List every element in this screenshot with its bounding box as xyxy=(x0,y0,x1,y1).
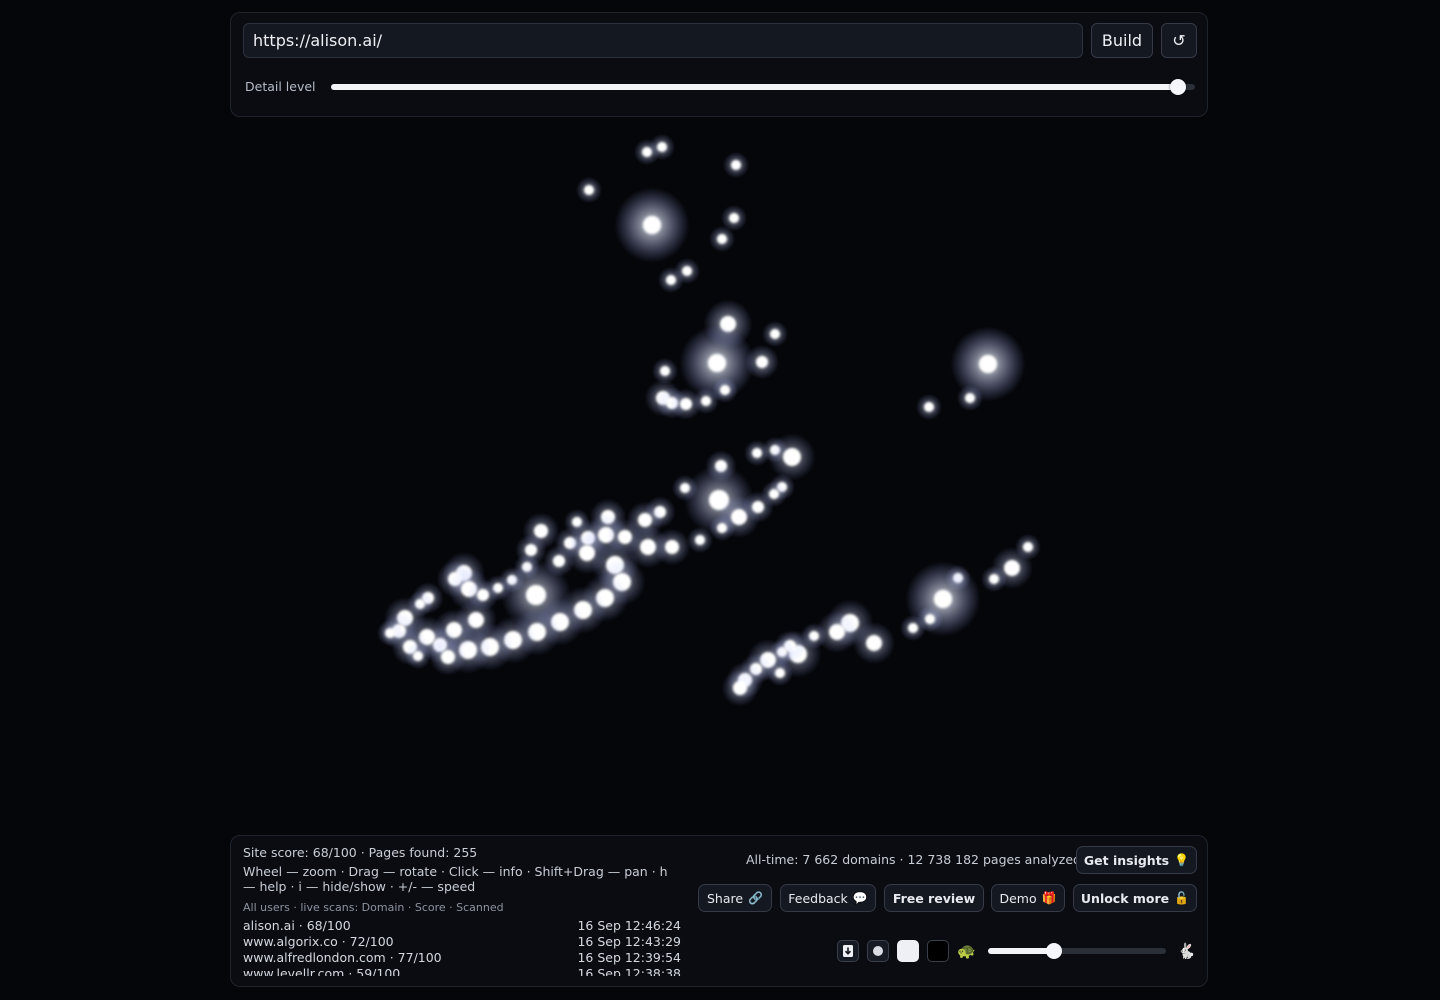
feedback-button[interactable]: Feedback 💬 xyxy=(780,884,876,912)
graph-node[interactable] xyxy=(775,668,785,678)
graph-node[interactable] xyxy=(1023,542,1033,552)
graph-node[interactable] xyxy=(665,540,679,554)
graph-node[interactable] xyxy=(729,213,739,223)
graph-node[interactable] xyxy=(731,160,741,170)
detail-level-fill xyxy=(331,84,1178,90)
graph-node[interactable] xyxy=(717,234,727,244)
url-input[interactable] xyxy=(243,23,1083,58)
scan-row: alison.ai · 68/100 16 Sep 12:46:24 xyxy=(243,918,681,934)
get-insights-button[interactable]: Get insights 💡 xyxy=(1076,846,1197,874)
reload-icon: ↺ xyxy=(1172,31,1186,50)
scan-domain: www.algorix.co · 72/100 xyxy=(243,934,394,949)
graph-node[interactable] xyxy=(752,501,764,513)
demo-button[interactable]: Demo 🎁 xyxy=(991,884,1065,912)
unlock-icon: 🔓 xyxy=(1174,891,1190,905)
scan-row: www.levellr.com · 59/100 16 Sep 12:38:38 xyxy=(243,966,681,976)
free-review-button[interactable]: Free review xyxy=(884,884,984,912)
graph-node[interactable] xyxy=(638,513,652,527)
unlock-more-button[interactable]: Unlock more 🔓 xyxy=(1073,884,1197,912)
reload-button[interactable]: ↺ xyxy=(1161,23,1197,58)
graph-node[interactable] xyxy=(680,398,692,410)
feedback-label: Feedback xyxy=(788,890,848,906)
graph-node[interactable] xyxy=(925,614,935,624)
link-icon: 🔗 xyxy=(748,891,764,905)
lightbulb-icon: 💡 xyxy=(1174,853,1190,867)
speed-thumb[interactable] xyxy=(1045,943,1062,959)
graph-node[interactable] xyxy=(695,535,705,545)
graph-node[interactable] xyxy=(717,523,727,533)
graph-node[interactable] xyxy=(733,681,747,695)
download-icon xyxy=(843,945,853,957)
scan-time: 16 Sep 12:38:38 xyxy=(577,966,681,976)
speech-bubble-icon: 💬 xyxy=(852,891,868,905)
graph-node[interactable] xyxy=(666,275,676,285)
graph-node[interactable] xyxy=(553,555,565,567)
graph-node[interactable] xyxy=(783,448,801,466)
graph-node[interactable] xyxy=(908,623,918,633)
graph-node[interactable] xyxy=(770,329,780,339)
graph-node[interactable] xyxy=(643,216,661,234)
build-button[interactable]: Build xyxy=(1091,23,1153,58)
graph-node[interactable] xyxy=(413,651,423,661)
scan-time: 16 Sep 12:46:24 xyxy=(577,918,681,933)
graph-node[interactable] xyxy=(934,590,952,608)
live-scans-list: alison.ai · 68/100 16 Sep 12:46:24 www.alg… xyxy=(243,918,681,976)
build-panel: Build ↺ Detail level xyxy=(230,12,1208,117)
graph-node[interactable] xyxy=(385,628,395,638)
rabbit-icon: 🐇 xyxy=(1177,942,1196,960)
get-insights-label: Get insights xyxy=(1083,852,1170,868)
graph-node[interactable] xyxy=(720,385,730,395)
download-button[interactable] xyxy=(837,940,859,962)
graph-node[interactable] xyxy=(708,354,726,372)
graph-node[interactable] xyxy=(989,574,999,584)
white-theme-swatch[interactable] xyxy=(897,940,919,962)
graph-node[interactable] xyxy=(682,266,692,276)
graph-node[interactable] xyxy=(829,624,845,640)
graph-node[interactable] xyxy=(752,448,762,458)
graph-node[interactable] xyxy=(441,650,455,664)
circle-icon xyxy=(873,946,883,956)
detail-level-thumb[interactable] xyxy=(1169,79,1186,95)
share-button[interactable]: Share 🔗 xyxy=(698,884,772,912)
scan-domain: alison.ai · 68/100 xyxy=(243,918,351,933)
unlock-more-label: Unlock more xyxy=(1080,890,1170,906)
graph-nodes xyxy=(376,133,1042,707)
demo-label: Demo xyxy=(999,890,1037,906)
black-theme-swatch[interactable] xyxy=(927,940,949,962)
graph-node[interactable] xyxy=(979,355,997,373)
graph-node[interactable] xyxy=(924,402,934,412)
graph-node[interactable] xyxy=(584,185,594,195)
scan-row: www.algorix.co · 72/100 16 Sep 12:43:29 xyxy=(243,934,681,950)
site-graph-canvas[interactable] xyxy=(0,125,1440,830)
info-panel: Site score: 68/100 · Pages found: 255 Wh… xyxy=(230,835,1208,987)
alltime-stats: All-time: 7 662 domains · 12 738 182 pag… xyxy=(746,852,1081,867)
live-scans-header: All users · live scans: Domain · Score ·… xyxy=(243,901,504,914)
graph-node[interactable] xyxy=(701,396,711,406)
graph-node[interactable] xyxy=(1004,560,1020,576)
graph-node[interactable] xyxy=(526,585,546,605)
help-text: Wheel — zoom · Drag — rotate · Click — i… xyxy=(243,864,668,894)
scan-row: www.alfredlondon.com · 77/100 16 Sep 12:3… xyxy=(243,950,681,966)
scan-domain: www.levellr.com · 59/100 xyxy=(243,966,401,976)
scan-domain: www.alfredlondon.com · 77/100 xyxy=(243,950,442,965)
site-score: Site score: 68/100 · Pages found: 255 xyxy=(243,845,478,860)
node-style-button[interactable] xyxy=(867,940,889,962)
share-label: Share xyxy=(706,890,744,906)
detail-level-slider[interactable] xyxy=(331,79,1195,95)
scan-time: 16 Sep 12:43:29 xyxy=(577,934,681,949)
gift-icon: 🎁 xyxy=(1041,891,1057,905)
graph-node[interactable] xyxy=(660,366,670,376)
speed-slider[interactable] xyxy=(988,943,1166,959)
scan-time: 16 Sep 12:39:54 xyxy=(577,950,681,965)
graph-node[interactable] xyxy=(657,142,667,152)
speed-fill xyxy=(988,948,1054,954)
detail-level-label: Detail level xyxy=(245,79,316,94)
graph-node[interactable] xyxy=(756,356,768,368)
turtle-icon: 🐢 xyxy=(957,942,976,960)
